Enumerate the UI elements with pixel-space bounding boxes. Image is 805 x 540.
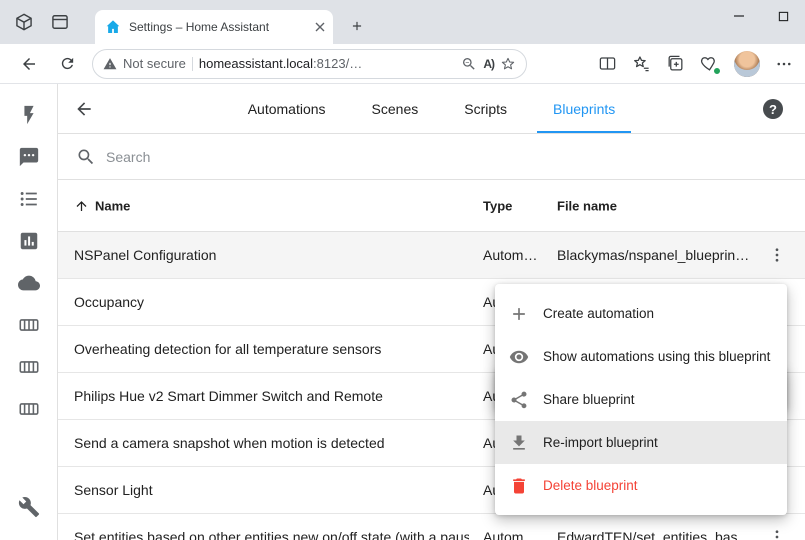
column-header-name[interactable]: Name [74,198,130,213]
browser-window: Settings – Home Assistant [0,0,805,540]
ha-back-icon[interactable] [74,84,94,134]
share-icon [509,390,529,410]
sidebar-list-icon[interactable] [5,178,53,220]
url-text: homeassistant.local:8123/… [199,56,455,71]
browser-tab[interactable]: Settings – Home Assistant [95,10,333,44]
collections-icon[interactable] [666,54,685,73]
sidebar-chat-icon[interactable] [5,136,53,178]
browser-toolbar: Not secure homeassistant.local:8123/… A) [0,44,805,84]
back-icon[interactable] [12,47,46,81]
table-row[interactable]: Set entities based on other entities new… [58,514,805,540]
favorite-star-icon[interactable] [500,56,516,72]
sidebar-nas-icon-2[interactable] [5,346,53,388]
sidebar-nas-icon-3[interactable] [5,388,53,430]
row-overflow-menu-icon[interactable] [765,525,789,540]
row-name: Sensor Light [74,482,153,498]
row-name: Occupancy [74,294,144,310]
menu-item-label: Show automations using this blueprint [543,349,770,364]
sort-ascending-icon [74,198,89,213]
workspaces-icon[interactable] [14,12,34,32]
column-header-file[interactable]: File name [557,198,617,213]
search-input[interactable] [106,149,787,165]
row-file: EdwardTEN/set_entities_bas… [557,529,753,540]
row-type: Autom… [483,247,553,263]
table-header: Name Type File name [58,180,805,232]
menu-item-show-automations[interactable]: Show automations using this blueprint [495,335,787,378]
window-minimize-button[interactable] [717,0,761,32]
row-name: Set entities based on other entities new… [74,529,469,540]
new-tab-button[interactable] [344,13,370,39]
ha-tab-bar: Automations Scenes Scripts Blueprints [232,84,632,133]
browser-tab-strip: Settings – Home Assistant [0,0,805,44]
column-header-type[interactable]: Type [483,198,512,213]
row-name: NSPanel Configuration [74,247,216,263]
tab-automations[interactable]: Automations [232,84,342,133]
tab-actions-icon[interactable] [50,12,70,32]
browser-essentials-icon[interactable] [700,54,719,73]
ha-sidebar [0,84,58,540]
table-row[interactable]: NSPanel Configuration Autom… Blackymas/n… [58,232,805,279]
plus-icon [509,304,529,324]
not-secure-warning-icon [103,57,117,71]
profile-avatar[interactable] [734,51,760,77]
sidebar-nas-icon-1[interactable] [5,304,53,346]
blueprint-context-menu: Create automation Show automations using… [495,284,787,515]
security-label: Not secure [123,56,186,71]
tab-close-icon[interactable] [315,22,325,32]
menu-item-label: Delete blueprint [543,478,638,493]
zoom-out-icon[interactable] [461,56,477,72]
row-name: Overheating detection for all temperatur… [74,341,381,357]
read-aloud-icon[interactable]: A) [483,57,494,71]
address-divider [192,57,193,71]
sidebar-lightning-icon[interactable] [5,94,53,136]
tab-title: Settings – Home Assistant [129,20,307,34]
menu-item-label: Create automation [543,306,654,321]
sidebar-cloud-icon[interactable] [5,262,53,304]
row-name: Philips Hue v2 Smart Dimmer Switch and R… [74,388,383,404]
tab-blueprints[interactable]: Blueprints [537,84,631,133]
menu-item-share-blueprint[interactable]: Share blueprint [495,378,787,421]
home-assistant-favicon [105,19,121,35]
menu-item-label: Re-import blueprint [543,435,658,450]
browser-menu-icon[interactable] [775,55,793,73]
row-overflow-menu-icon[interactable] [765,243,789,267]
eye-icon [509,347,529,367]
row-name: Send a camera snapshot when motion is de… [74,435,385,451]
address-bar[interactable]: Not secure homeassistant.local:8123/… A) [92,49,527,79]
download-icon [509,433,529,453]
ha-header: Automations Scenes Scripts Blueprints ? [58,84,805,134]
trash-icon [509,476,529,496]
refresh-icon[interactable] [50,47,84,81]
search-bar [58,134,805,180]
sidebar-chart-icon[interactable] [5,220,53,262]
window-maximize-button[interactable] [761,0,805,32]
tab-scripts[interactable]: Scripts [448,84,523,133]
help-icon[interactable]: ? [763,99,783,119]
menu-item-delete-blueprint[interactable]: Delete blueprint [495,464,787,507]
essentials-status-dot [713,67,721,75]
sidebar-wrench-icon[interactable] [5,486,53,528]
menu-item-reimport-blueprint[interactable]: Re-import blueprint [495,421,787,464]
search-icon [76,147,96,167]
split-screen-icon[interactable] [598,54,617,73]
row-file: Blackymas/nspanel_blueprin… [557,247,753,263]
favorites-icon[interactable] [632,54,651,73]
menu-item-create-automation[interactable]: Create automation [495,292,787,335]
menu-item-label: Share blueprint [543,392,635,407]
tab-scenes[interactable]: Scenes [356,84,435,133]
row-type: Autom… [483,529,553,540]
